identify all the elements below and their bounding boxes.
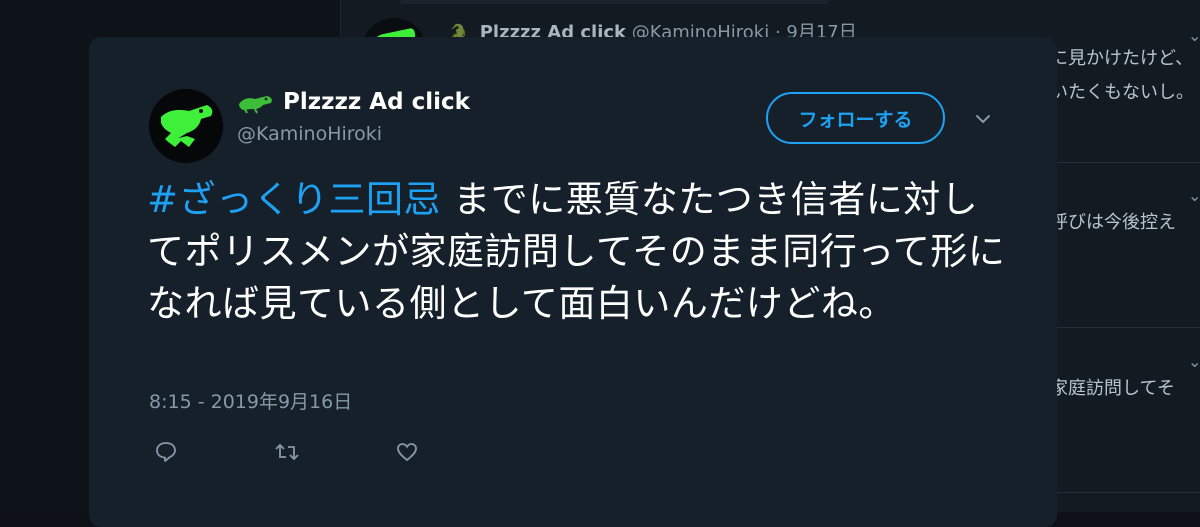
crocodile-avatar[interactable]	[149, 89, 223, 163]
author-display-name-row[interactable]: Plzzzz Ad click	[237, 89, 470, 115]
chevron-down-icon[interactable]	[969, 105, 997, 133]
retweet-icon[interactable]	[271, 436, 303, 468]
background-snippet: 呼びは今後控え	[1050, 212, 1176, 233]
tweet-modal: Plzzzz Ad click @KaminoHiroki フォローする #ざっ…	[89, 37, 1057, 527]
reply-icon[interactable]	[150, 436, 182, 468]
author-handle[interactable]: @KaminoHiroki	[237, 123, 382, 145]
background-snippet: いたくもないし。	[1050, 82, 1194, 103]
crocodile-icon	[237, 90, 275, 114]
author-display-name[interactable]: Plzzzz Ad click	[283, 89, 470, 115]
background-snippet: 家庭訪問してそ	[1050, 378, 1175, 399]
tweet-body: #ざっくり三回忌 までに悪質なたつき信者に対してポリスメンが家庭訪問してそのまま…	[147, 174, 1007, 330]
chevron-down-icon[interactable]: ⌄	[1188, 352, 1200, 371]
chevron-down-icon[interactable]: ⌄	[1188, 186, 1200, 205]
tweet-timestamp[interactable]: 8:15 - 2019年9月16日	[149, 387, 352, 414]
hashtag-link[interactable]: #ざっくり三回忌	[147, 178, 441, 221]
chevron-down-icon[interactable]: ⌄	[1188, 26, 1200, 45]
background-top-bar	[400, 0, 830, 4]
background-snippet: に見かけたけど、	[1050, 48, 1194, 69]
heart-icon[interactable]	[391, 436, 423, 468]
follow-button[interactable]: フォローする	[766, 92, 945, 144]
